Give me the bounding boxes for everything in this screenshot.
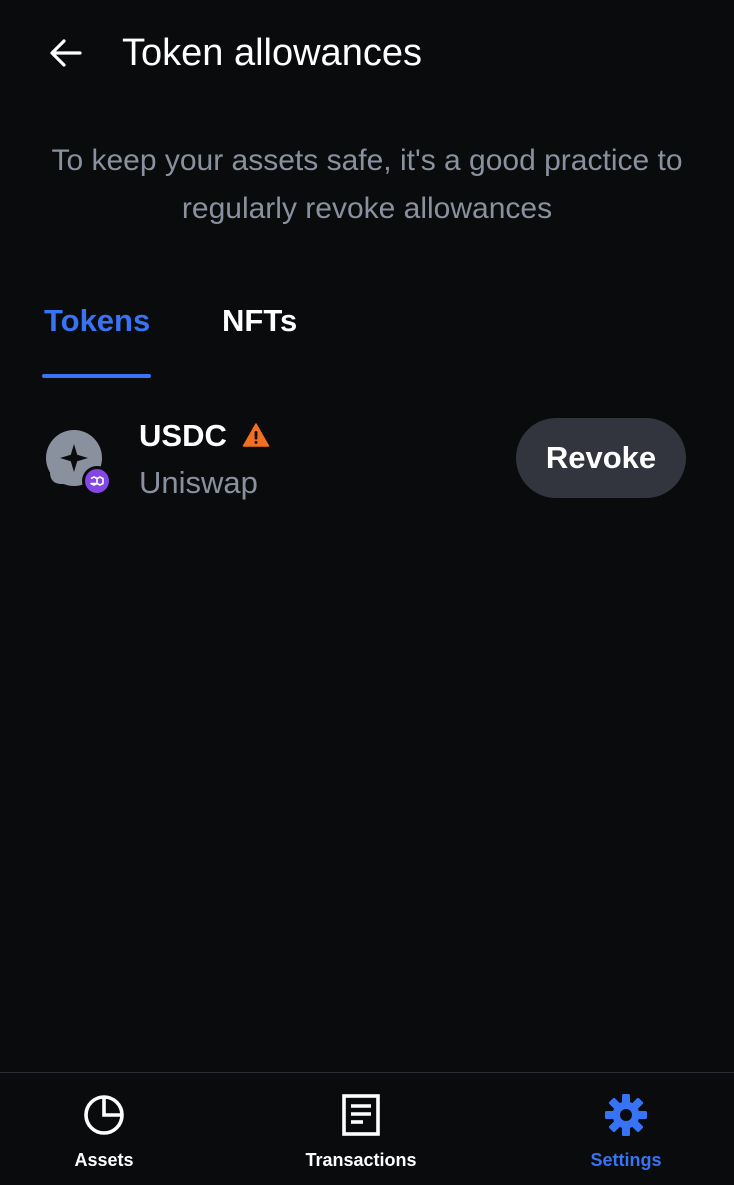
gear-icon	[605, 1094, 647, 1136]
allowance-row: USDC Uniswap Revoke	[0, 400, 734, 516]
revoke-button[interactable]: Revoke	[516, 418, 686, 498]
token-name: USDC	[139, 418, 227, 453]
bottom-navigation: Assets Transactions Settings	[0, 1072, 734, 1185]
pie-chart-icon	[84, 1095, 124, 1135]
document-icon	[342, 1094, 380, 1136]
nav-settings-label: Settings	[590, 1150, 662, 1170]
nav-settings[interactable]: Settings	[576, 1073, 676, 1185]
nav-transactions[interactable]: Transactions	[290, 1073, 432, 1185]
token-avatar	[44, 428, 116, 500]
warning-icon	[242, 423, 270, 447]
tab-nfts[interactable]: NFTs	[222, 302, 297, 340]
polygon-icon	[82, 466, 112, 496]
allowance-description: To keep your assets safe, it's a good pr…	[51, 144, 683, 225]
nav-transactions-label: Transactions	[305, 1150, 417, 1170]
active-tab-indicator	[42, 374, 151, 378]
spender-name: Uniswap	[139, 465, 258, 500]
tab-bar: Tokens NFTs	[0, 290, 734, 380]
arrow-left-icon	[50, 39, 82, 67]
tab-tokens[interactable]: Tokens	[44, 302, 150, 340]
nav-assets[interactable]: Assets	[54, 1073, 154, 1185]
nav-assets-label: Assets	[74, 1150, 134, 1170]
page-title: Token allowances	[122, 32, 422, 74]
header: Token allowances	[0, 0, 734, 108]
back-button[interactable]	[40, 30, 92, 76]
